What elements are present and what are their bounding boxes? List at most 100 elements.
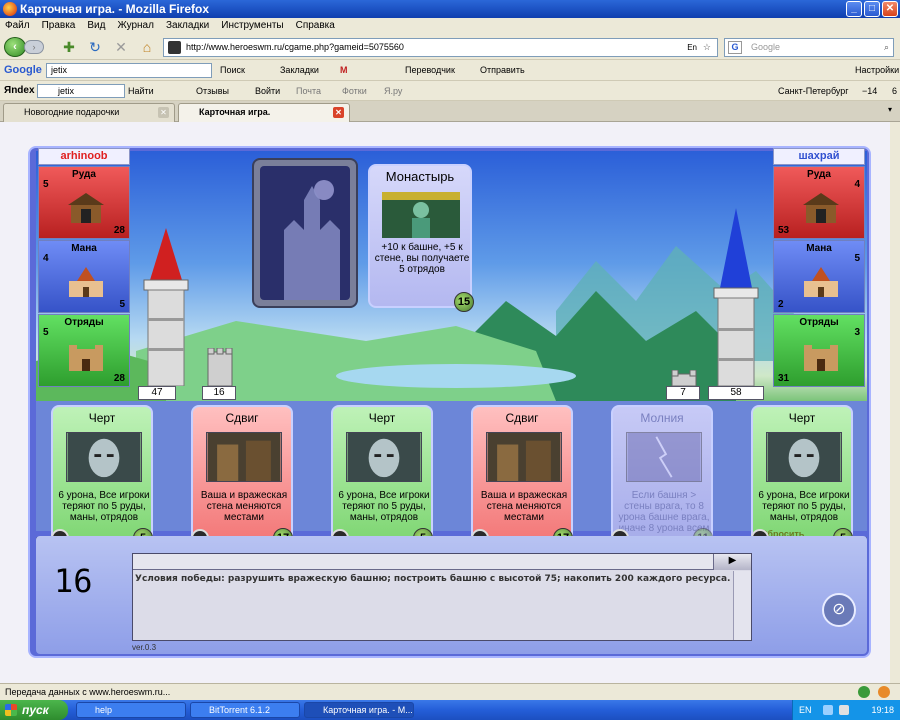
mine-icon xyxy=(68,193,104,223)
barracks-icon xyxy=(804,345,838,371)
card-text: Ваша и вражеская стена меняются местами xyxy=(480,490,568,523)
close-button[interactable]: ✕ xyxy=(882,1,898,17)
shift-art xyxy=(206,432,282,482)
tab-label: Карточная игра. xyxy=(199,107,271,117)
status-bar: Передача данных с www.heroeswm.ru... xyxy=(0,683,900,700)
yandex-search-input[interactable]: jetix xyxy=(37,84,125,98)
card-cost: 15 xyxy=(454,292,474,312)
address-bar[interactable]: http://www.heroeswm.ru/cgame.php?gameid=… xyxy=(163,38,718,57)
yaru-button[interactable]: Я.ру xyxy=(384,81,402,101)
right-ore-card: Руда 4 53 xyxy=(773,166,865,239)
stop-icon[interactable]: ✕ xyxy=(112,38,130,56)
windows-logo-icon xyxy=(5,704,17,716)
right-tower-height: 58 xyxy=(708,386,764,400)
google-search-input[interactable]: jetix xyxy=(46,63,212,78)
tab-list-icon[interactable]: ▾ xyxy=(888,105,892,114)
mage-tower-icon xyxy=(804,267,838,297)
search-box[interactable]: G Google ⌕ xyxy=(724,38,894,57)
city-label[interactable]: Санкт-Петербург xyxy=(778,81,849,101)
left-troops-card: Отряды 5 28 xyxy=(38,314,130,387)
menu-history[interactable]: Журнал xyxy=(117,18,154,34)
monastery-art xyxy=(382,192,460,238)
close-tab-icon[interactable]: ✕ xyxy=(333,107,344,118)
card-text: Если башня > стены врага, то 8 урона баш… xyxy=(618,490,710,534)
played-card: Монастырь +10 к башне, +5 к стене, вы по… xyxy=(368,164,474,312)
forward-button[interactable]: › xyxy=(24,40,44,54)
magnifier-icon[interactable]: ⌕ xyxy=(884,39,889,56)
lang-indicator: En xyxy=(687,43,697,52)
navigation-toolbar: ‹ › ✚ ↻ ✕ ⌂ http://www.heroeswm.ru/cgame… xyxy=(0,34,900,60)
login-button[interactable]: Войти xyxy=(255,81,280,101)
network-icon[interactable] xyxy=(823,705,833,715)
send-button[interactable]: ▶ xyxy=(713,554,751,570)
google-bookmarks-button[interactable]: Закладки xyxy=(280,60,319,81)
sound-off-icon[interactable]: ⊘ xyxy=(822,593,856,627)
right-player-name: шахрай xyxy=(773,148,865,165)
adblock-icon[interactable] xyxy=(858,686,870,698)
log-text: Условия победы: разрушить вражескую башн… xyxy=(135,574,731,584)
task-bittorrent[interactable]: BitTorrent 6.1.2 xyxy=(190,702,300,718)
translator-button[interactable]: Переводчик xyxy=(405,60,455,81)
menu-edit[interactable]: Правка xyxy=(42,18,76,34)
start-label: пуск xyxy=(22,703,49,717)
tab-gifts[interactable]: Новогодние подарочки ✕ xyxy=(3,103,175,122)
maximize-button[interactable]: □ xyxy=(864,1,880,17)
task-help[interactable]: help xyxy=(76,702,186,718)
right-wall xyxy=(671,370,697,386)
firefox-addon-icon[interactable] xyxy=(878,686,890,698)
home-icon[interactable]: ⌂ xyxy=(138,38,156,56)
reviews-button[interactable]: Отзывы xyxy=(196,81,229,101)
gmail-icon[interactable]: M xyxy=(340,60,348,81)
reload-icon[interactable]: ↻ xyxy=(86,38,104,56)
volume-icon[interactable] xyxy=(839,705,849,715)
window-titlebar: Карточная игра. - Mozilla Firefox _ □ ✕ xyxy=(0,0,900,18)
resource-income: 3 xyxy=(854,327,860,338)
window-title: Карточная игра. - Mozilla Firefox xyxy=(20,2,210,16)
menu-file[interactable]: Файл xyxy=(5,18,30,34)
chat-input[interactable] xyxy=(133,554,713,570)
menu-help[interactable]: Справка xyxy=(296,18,335,34)
language-indicator[interactable]: EN xyxy=(799,700,812,720)
mail-button[interactable]: Почта xyxy=(296,81,321,101)
turn-timer: 16 xyxy=(54,562,93,600)
send-to-button[interactable]: Отправить xyxy=(480,60,525,81)
devil-art xyxy=(346,432,422,482)
new-tab-icon[interactable]: ✚ xyxy=(60,38,78,56)
notification-count: 6 xyxy=(892,86,898,96)
google-engine-icon[interactable]: G xyxy=(728,41,742,54)
photos-button[interactable]: Фотки xyxy=(342,81,367,101)
left-tower xyxy=(143,228,189,386)
resource-name: Мана xyxy=(806,243,832,254)
status-text: Передача данных с www.heroeswm.ru... xyxy=(5,687,171,697)
resource-amount: 28 xyxy=(113,373,125,384)
task-firefox[interactable]: Карточная игра. - М... xyxy=(304,702,414,718)
resource-income: 5 xyxy=(854,253,860,264)
resource-name: Отряды xyxy=(799,317,839,328)
mine-icon xyxy=(803,193,839,223)
menu-bar: Файл Правка Вид Журнал Закладки Инструме… xyxy=(0,18,900,34)
castle-card-back-art xyxy=(260,166,350,300)
card-title: Монастырь xyxy=(385,169,455,184)
menu-bookmarks[interactable]: Закладки xyxy=(166,18,209,34)
resource-amount: 31 xyxy=(778,373,790,384)
resource-amount: 2 xyxy=(778,299,784,310)
clock: 19:18 xyxy=(871,705,894,715)
close-tab-icon[interactable]: ✕ xyxy=(158,107,169,118)
resource-amount: 28 xyxy=(113,225,125,236)
tab-card-game[interactable]: Карточная игра. ✕ xyxy=(178,103,350,122)
card-text: 6 урона, Все игроки теряют по 5 руды, ма… xyxy=(758,490,850,523)
resource-name: Отряды xyxy=(64,317,104,328)
minimize-button[interactable]: _ xyxy=(846,1,862,17)
page-scrollbar[interactable] xyxy=(890,122,900,683)
start-button[interactable]: пуск xyxy=(0,700,68,720)
menu-view[interactable]: Вид xyxy=(87,18,105,34)
back-button[interactable]: ‹ xyxy=(4,37,26,57)
yandex-find-button[interactable]: Найти xyxy=(128,81,154,101)
log-scrollbar[interactable] xyxy=(733,571,751,640)
star-icon[interactable]: ☆ xyxy=(703,39,711,56)
google-search-button[interactable]: Поиск xyxy=(220,60,245,81)
google-settings-button[interactable]: Настройки xyxy=(855,60,899,81)
yandex-toolbar: Яndex jetix Найти Отзывы Войти Почта Фот… xyxy=(0,81,900,101)
menu-tools[interactable]: Инструменты xyxy=(221,18,283,34)
card-title: Сдвиг xyxy=(225,411,259,425)
